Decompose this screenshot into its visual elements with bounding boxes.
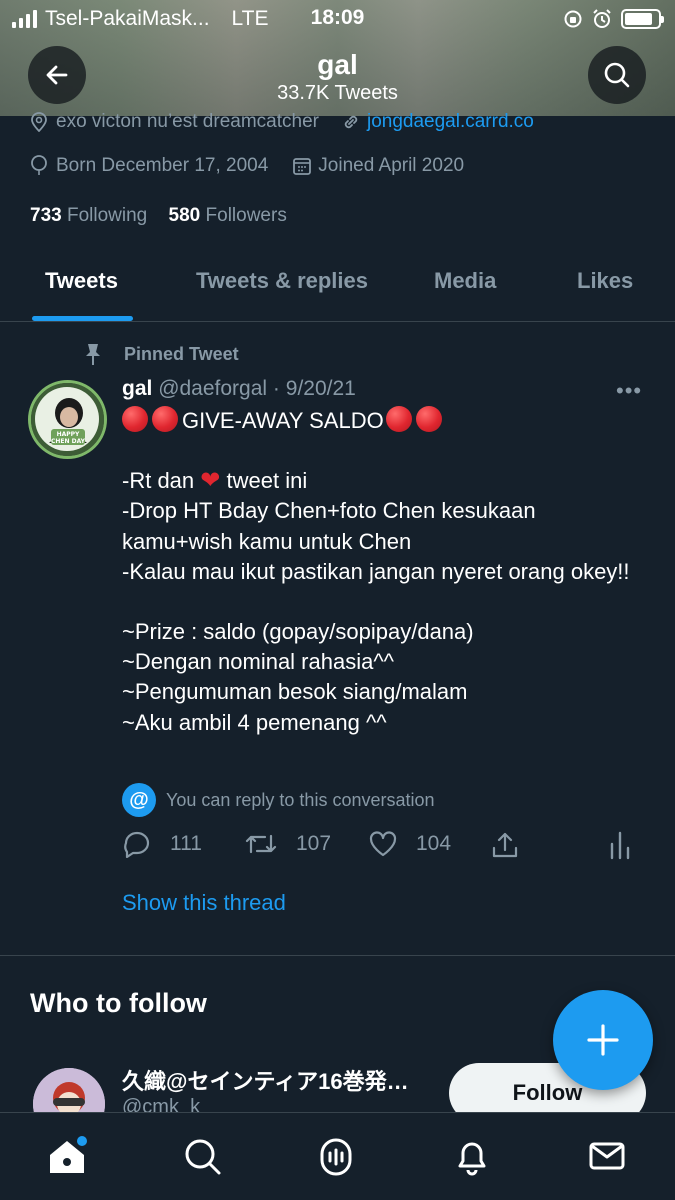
retweet-button[interactable]: 107: [244, 830, 331, 858]
reply-count: 111: [170, 832, 202, 855]
location-icon: [31, 112, 47, 132]
retweet-icon: [245, 834, 277, 854]
compose-tweet-button[interactable]: [553, 990, 653, 1090]
avatar-text-bottom: CHEN DAY: [51, 438, 86, 445]
like-icon: [369, 831, 397, 857]
following-label: Following: [66, 205, 148, 226]
tweet-line-5: ~Dengan nominal rahasia^^: [122, 649, 394, 675]
profile-dates-row: Born December 17, 2004 Joined April 2020: [30, 155, 464, 177]
tweet-line-1: -Rt dan ❤ tweet ini: [122, 467, 308, 495]
like-count: 104: [416, 832, 452, 855]
profile-tabs: Tweets Tweets & replies Media Likes: [0, 258, 675, 322]
reply-note-text: You can reply to this conversation: [166, 789, 435, 810]
messages-icon: [589, 1142, 625, 1170]
tweet-separator: ·: [272, 377, 280, 400]
tweet-line-3: -Kalau mau ikut pastikan jangan nyeret o…: [122, 558, 630, 584]
battery-icon: [621, 9, 664, 29]
compose-plus-icon: [587, 1024, 619, 1056]
bottom-navigation: [0, 1112, 675, 1200]
balloon-icon: [31, 155, 47, 175]
tweet-actions: 111 107 104: [122, 830, 642, 866]
followers-count: 580: [168, 205, 201, 226]
tweet-line-7: ~Aku ambil 4 pemenang ^^: [122, 709, 387, 735]
red-circle-emoji: [415, 406, 442, 432]
tab-tweets-replies[interactable]: Tweets & replies: [196, 268, 368, 294]
search-icon: [604, 62, 630, 88]
tweet-more-button[interactable]: •••: [616, 378, 642, 404]
nav-search[interactable]: [181, 1135, 223, 1177]
joined-date: Joined April 2020: [318, 155, 465, 176]
tweet-author-name[interactable]: gal: [122, 377, 152, 400]
profile-meta-row: exo victon nu’est dreamcatcher jongdaega…: [30, 111, 534, 133]
followers-stat[interactable]: 580 Followers: [169, 205, 287, 226]
heart-emoji: ❤: [200, 467, 221, 495]
reply-icon: [124, 831, 150, 858]
analytics-button[interactable]: [608, 830, 632, 860]
nav-spaces[interactable]: [315, 1135, 357, 1177]
following-stat[interactable]: 733 Following: [30, 205, 147, 226]
avatar-image: HAPPY CHEN DAY: [31, 383, 104, 456]
home-icon: [50, 1136, 87, 1173]
nav-home[interactable]: [46, 1135, 88, 1177]
tweet-line-6: ~Pengumuman besok siang/malam: [122, 679, 468, 705]
who-to-follow-title: Who to follow: [30, 988, 207, 1018]
red-circle-emoji: [385, 406, 412, 432]
suggestion-name[interactable]: 久織@セインティア16巻発…: [122, 1064, 432, 1096]
status-bar: Tsel-PakaiMask... LTE 18:09: [0, 0, 675, 38]
following-count: 733: [30, 205, 62, 226]
active-tab-indicator: [32, 316, 133, 321]
red-circle-emoji: [152, 406, 178, 432]
show-thread-link[interactable]: Show this thread: [122, 890, 286, 916]
tab-media[interactable]: Media: [434, 268, 496, 294]
tab-likes[interactable]: Likes: [577, 268, 633, 294]
reply-permission-note: @ You can reply to this conversation: [122, 783, 435, 817]
section-divider: [0, 955, 675, 956]
tweet-header: gal @daeforgal · 9/20/21: [122, 377, 356, 401]
profile-link[interactable]: jongdaegal.carrd.co: [367, 111, 534, 133]
tweet-line-2: -Drop HT Bday Chen+foto Chen kesukaan ka…: [122, 498, 536, 554]
profile-header-title: gal 33.7K Tweets: [0, 49, 675, 105]
nav-notifications[interactable]: [451, 1135, 493, 1177]
status-icons: [563, 8, 664, 30]
tweet-text: GIVE-AWAY SALDO -Rt dan ❤ tweet ini -Dro…: [122, 406, 652, 738]
pinned-label: Pinned Tweet: [124, 343, 239, 364]
pinned-indicator: Pinned Tweet: [82, 342, 239, 366]
pin-icon: [86, 344, 100, 365]
tweet-date[interactable]: 9/20/21: [286, 377, 356, 400]
tweet-count: 33.7K Tweets: [277, 82, 398, 104]
search-button[interactable]: [588, 46, 646, 104]
followers-label: Followers: [205, 205, 287, 226]
tweet-line-4: ~Prize : saldo (gopay/sopipay/dana): [122, 619, 474, 645]
bio-tags: exo victon nu’est dreamcatcher: [56, 111, 319, 132]
retweet-count: 107: [296, 832, 332, 855]
analytics-icon: [610, 831, 630, 860]
like-button[interactable]: 104: [368, 830, 451, 858]
link-icon: [344, 115, 358, 129]
tweet-headline: GIVE-AWAY SALDO: [182, 408, 384, 433]
calendar-icon: [293, 158, 312, 175]
alarm-icon: [593, 9, 611, 28]
profile-name: gal: [317, 49, 358, 80]
notifications-icon: [458, 1142, 486, 1176]
avatar-text-top: HAPPY: [57, 431, 80, 438]
tweet-headline-line: GIVE-AWAY SALDO: [122, 406, 652, 436]
share-icon: [492, 832, 518, 858]
red-circle-emoji: [122, 406, 148, 432]
search-icon: [185, 1139, 221, 1175]
tweet-author-handle[interactable]: @daeforgal: [158, 377, 267, 400]
nav-messages[interactable]: [586, 1135, 628, 1177]
spaces-icon: [320, 1138, 352, 1176]
share-button[interactable]: [490, 830, 520, 860]
reply-button[interactable]: 111: [122, 830, 202, 858]
at-icon: @: [122, 783, 156, 817]
orientation-lock-icon: [564, 10, 582, 28]
tab-tweets[interactable]: Tweets: [45, 268, 118, 294]
follow-stats: 733 Following 580 Followers: [30, 205, 287, 227]
born-date: Born December 17, 2004: [56, 155, 269, 176]
tweet-author-avatar[interactable]: HAPPY CHEN DAY: [28, 380, 107, 459]
